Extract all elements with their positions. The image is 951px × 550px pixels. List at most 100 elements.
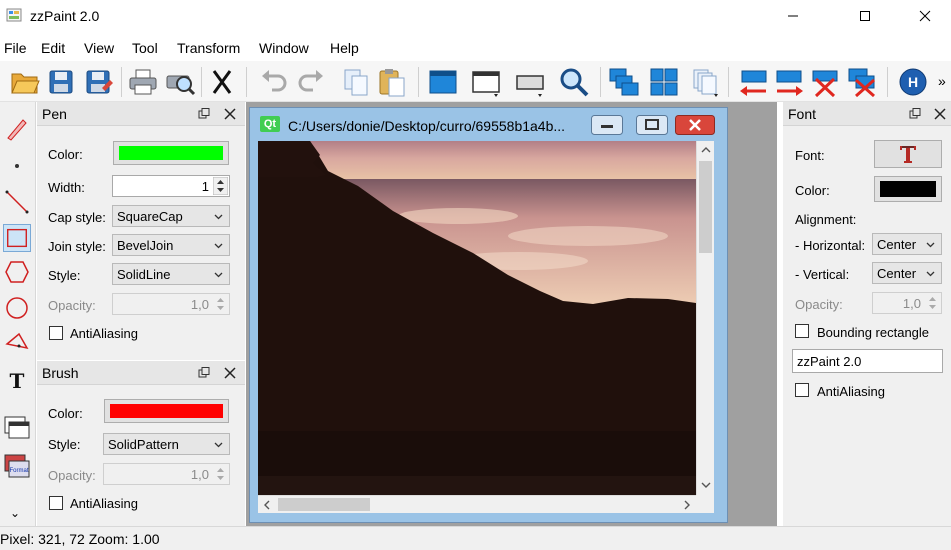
bounding-rect-checkbox[interactable]	[795, 324, 809, 338]
image-canvas[interactable]	[258, 141, 696, 495]
scroll-right-icon[interactable]	[683, 500, 691, 510]
text-tool-icon[interactable]: T	[3, 366, 31, 394]
more-tools-icon[interactable]: ⌄	[10, 506, 20, 520]
menu-view[interactable]: View	[84, 40, 114, 56]
pen-cap-combo[interactable]: SquareCap	[112, 205, 230, 227]
pen-color-button[interactable]	[113, 141, 229, 165]
pen-panel-title: Pen	[42, 106, 67, 122]
layers-icon[interactable]	[3, 414, 31, 442]
delete-icon[interactable]	[809, 66, 841, 98]
brush-panel: Brush Color: Style: SolidPattern Opacity…	[37, 361, 245, 526]
menu-tool[interactable]: Tool	[132, 40, 158, 56]
doc-close-button[interactable]	[675, 115, 715, 135]
horizontal-scrollbar[interactable]	[258, 495, 696, 513]
float-icon[interactable]	[908, 107, 922, 121]
menu-help[interactable]: Help	[330, 40, 359, 56]
maximize-button[interactable]	[842, 0, 888, 32]
toolbar-separator	[418, 67, 419, 97]
pie-tool-icon[interactable]	[3, 330, 31, 358]
pen-width-spinbox[interactable]: 1	[112, 175, 230, 197]
menu-transform[interactable]: Transform	[177, 40, 240, 56]
print-icon[interactable]	[127, 66, 159, 98]
doc-minimize-button[interactable]	[591, 115, 623, 135]
brush-color-button[interactable]	[104, 399, 229, 423]
spin-arrows-icon[interactable]	[213, 177, 228, 195]
spin-arrows-icon[interactable]	[213, 295, 228, 313]
zoom-icon[interactable]	[558, 66, 590, 98]
ellipse-tool-icon[interactable]	[3, 294, 31, 322]
paste-icon[interactable]	[376, 66, 408, 98]
point-tool-icon[interactable]	[3, 152, 31, 180]
scroll-up-icon[interactable]	[701, 146, 711, 154]
pen-join-label: Join style:	[48, 239, 106, 254]
chevron-down-icon	[214, 272, 223, 278]
redo-icon[interactable]	[295, 66, 327, 98]
float-icon[interactable]	[197, 107, 211, 121]
cascade-icon[interactable]	[608, 66, 640, 98]
save-icon[interactable]	[45, 66, 77, 98]
window-shrink-icon[interactable]	[514, 66, 546, 98]
document-window[interactable]: Qt C:/Users/donie/Desktop/curro/69558b1a…	[249, 107, 728, 523]
print-preview-icon[interactable]	[164, 66, 196, 98]
horizontal-align-combo[interactable]: Center	[872, 233, 942, 255]
close-icon[interactable]	[223, 107, 237, 121]
bounding-rect-label: Bounding rectangle	[817, 325, 930, 340]
toolbar-overflow-button[interactable]: »	[938, 73, 946, 89]
toolbar-separator	[201, 67, 202, 97]
horizontal-scroll-thumb[interactable]	[278, 498, 370, 511]
close-icon[interactable]	[223, 366, 237, 380]
vertical-align-combo[interactable]: Center	[872, 262, 942, 284]
close-button[interactable]	[902, 0, 948, 32]
spin-arrows-icon[interactable]	[213, 465, 228, 483]
close-icon[interactable]	[933, 107, 947, 121]
tile-icon[interactable]	[648, 66, 680, 98]
font-label: Font:	[795, 148, 825, 163]
polygon-tool-icon[interactable]	[3, 258, 31, 286]
menu-edit[interactable]: Edit	[41, 40, 65, 56]
brush-style-combo[interactable]: SolidPattern	[103, 433, 230, 455]
pen-opacity-spinbox[interactable]: 1,0	[112, 293, 230, 315]
pen-antialias-checkbox[interactable]	[49, 326, 63, 340]
font-icon	[900, 146, 916, 163]
font-select-button[interactable]	[874, 140, 942, 168]
help-icon[interactable]: H	[897, 66, 929, 98]
copy-icon[interactable]	[340, 66, 372, 98]
status-bar: Pixel: 321, 72 Zoom: 1.00	[0, 526, 951, 550]
line-tool-icon[interactable]	[3, 188, 31, 216]
font-antialias-checkbox[interactable]	[795, 383, 809, 397]
scroll-left-icon[interactable]	[263, 500, 271, 510]
font-panel-title: Font	[788, 106, 817, 122]
delete-all-icon[interactable]	[846, 66, 878, 98]
flip-horizontal-icon[interactable]	[738, 66, 770, 98]
scroll-down-icon[interactable]	[701, 481, 711, 489]
undo-icon[interactable]	[258, 66, 290, 98]
window-resize-icon[interactable]	[470, 66, 502, 98]
stack-pages-icon[interactable]	[690, 66, 722, 98]
font-text-field[interactable]: zzPaint 2.0	[792, 349, 943, 373]
font-color-button[interactable]	[874, 176, 942, 202]
new-window-icon[interactable]	[427, 66, 459, 98]
scroll-corner	[696, 495, 714, 513]
spin-arrows-icon[interactable]	[925, 294, 940, 312]
brush-opacity-spinbox[interactable]: 1,0	[103, 463, 230, 485]
document-titlebar[interactable]: Qt C:/Users/donie/Desktop/curro/69558b1a…	[250, 108, 727, 140]
flip-vertical-icon[interactable]	[773, 66, 805, 98]
doc-maximize-button[interactable]	[636, 115, 668, 135]
brush-antialias-checkbox[interactable]	[49, 496, 63, 510]
font-opacity-spinbox[interactable]: 1,0	[872, 292, 942, 314]
pen-opacity-value: 1,0	[190, 297, 209, 312]
menu-file[interactable]: File	[4, 40, 27, 56]
pen-style-combo[interactable]: SolidLine	[112, 263, 230, 285]
minimize-button[interactable]	[770, 0, 816, 32]
vertical-scroll-thumb[interactable]	[699, 161, 712, 253]
float-icon[interactable]	[197, 366, 211, 380]
rectangle-tool-icon[interactable]	[3, 224, 31, 252]
cut-icon[interactable]	[206, 66, 238, 98]
open-icon[interactable]	[9, 66, 41, 98]
format-icon[interactable]: Format	[3, 452, 31, 480]
vertical-scrollbar[interactable]	[696, 141, 714, 495]
pen-join-combo[interactable]: BevelJoin	[112, 234, 230, 256]
save-as-icon[interactable]	[82, 66, 114, 98]
pen-tool-icon[interactable]	[3, 114, 31, 142]
menu-window[interactable]: Window	[259, 40, 309, 56]
